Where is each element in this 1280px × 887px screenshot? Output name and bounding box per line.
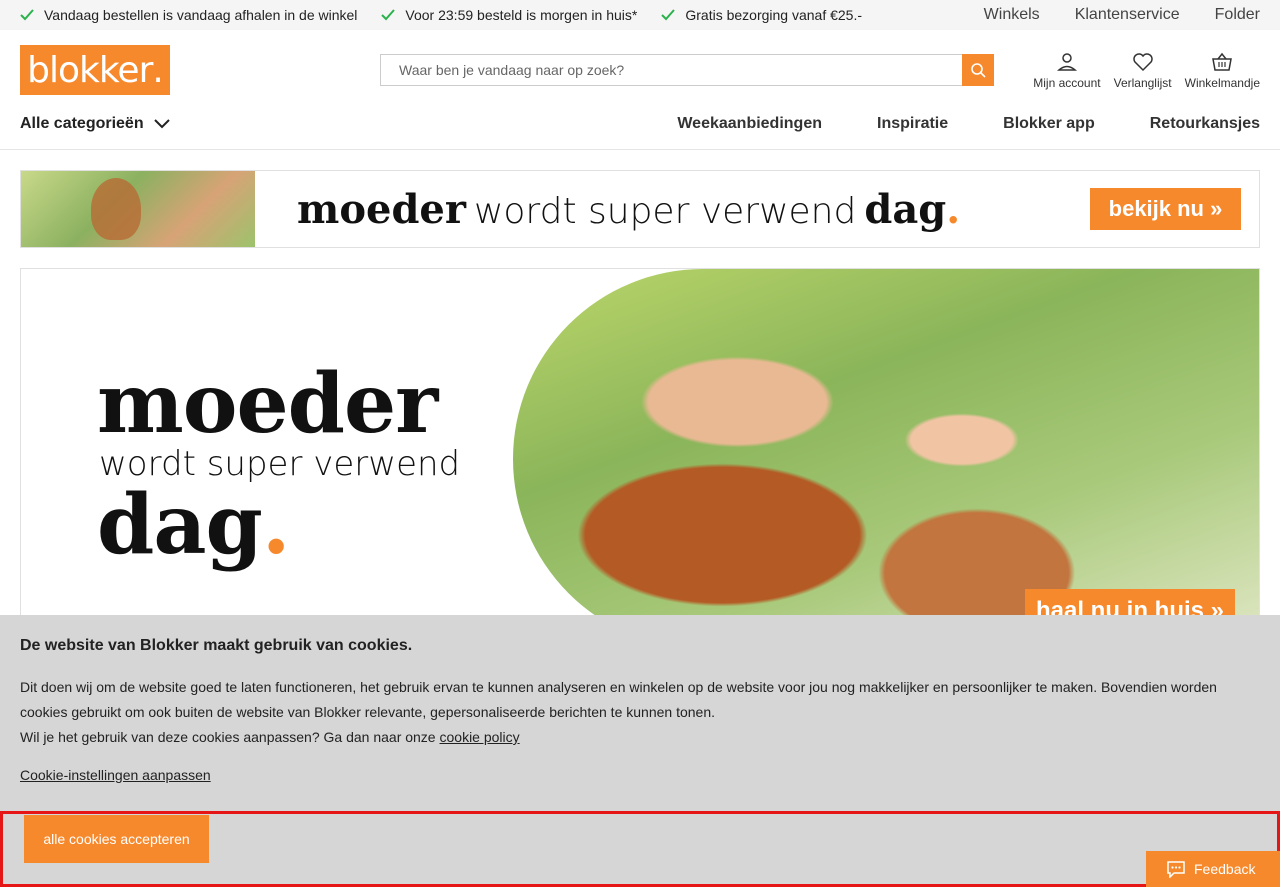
cookie-settings-link[interactable]: Cookie-instellingen aanpassen (20, 767, 211, 783)
usp-text: Voor 23:59 besteld is morgen in huis* (405, 7, 638, 23)
top-links: Winkels Klantenservice Folder (984, 6, 1260, 24)
link-folder[interactable]: Folder (1215, 6, 1260, 24)
nav-blokker-app[interactable]: Blokker app (1003, 115, 1095, 133)
check-icon (661, 9, 676, 21)
wishlist-label: Verlanglijst (1113, 76, 1172, 90)
user-icon (1056, 53, 1077, 71)
cart-button[interactable]: Winkelmandje (1185, 52, 1260, 90)
basket-icon (1212, 52, 1233, 71)
cookie-text: Dit doen wij om de website goed te laten… (20, 675, 1265, 750)
wishlist-button[interactable]: Verlanglijst (1113, 52, 1173, 90)
feedback-button[interactable]: Feedback (1146, 851, 1280, 887)
search-button[interactable] (962, 54, 994, 86)
banner-headline: moeder wordt super verwend dag. (297, 186, 960, 233)
hero-title: moeder wordt super verwend dag. (97, 356, 460, 573)
cookie-title: De website van Blokker maakt gebruik van… (20, 637, 413, 654)
promo-banner-small[interactable]: moeder wordt super verwend dag. bekijk n… (20, 170, 1260, 248)
search-icon (971, 63, 986, 78)
cart-label: Winkelmandje (1184, 76, 1260, 90)
link-winkels[interactable]: Winkels (984, 6, 1040, 24)
account-label: Mijn account (1033, 76, 1101, 90)
bekijk-nu-button[interactable]: bekijk nu » (1090, 188, 1241, 230)
nav-weekaanbiedingen[interactable]: Weekaanbiedingen (677, 115, 822, 133)
link-klantenservice[interactable]: Klantenservice (1075, 6, 1180, 24)
hero-line1: moeder (97, 356, 438, 452)
heart-icon (1132, 53, 1153, 72)
blokker-logo[interactable]: blokker. (20, 45, 170, 95)
hero-banner[interactable]: moeder wordt super verwend dag. haal nu … (20, 268, 1260, 648)
banner-word-dag: dag. (864, 185, 961, 233)
all-categories-button[interactable]: Alle categorieën (20, 115, 170, 133)
usp-item: Vandaag bestellen is vandaag afhalen in … (20, 7, 357, 23)
logo-dot: . (152, 49, 163, 91)
banner-word-moeder: moeder (297, 185, 466, 233)
banner-word-middle: wordt super verwend (473, 190, 857, 232)
hero-line3: dag. (97, 477, 290, 573)
check-icon (381, 9, 396, 21)
usp-bar: Vandaag bestellen is vandaag afhalen in … (0, 0, 1280, 30)
search-input[interactable] (380, 54, 962, 86)
search-bar (380, 54, 994, 86)
nav-links: Weekaanbiedingen Inspiratie Blokker app … (677, 115, 1260, 133)
banner-photo (21, 171, 255, 247)
usp-item: Voor 23:59 besteld is morgen in huis* (381, 7, 637, 23)
chat-icon (1167, 861, 1185, 878)
usp-text: Vandaag bestellen is vandaag afhalen in … (44, 7, 358, 23)
check-icon (20, 9, 34, 21)
usp-text: Gratis bezorging vanaf €25.- (685, 7, 863, 23)
usp-item: Gratis bezorging vanaf €25.- (661, 7, 862, 23)
cookie-policy-link[interactable]: cookie policy (440, 729, 520, 745)
chevron-down-icon (153, 119, 170, 129)
main-nav: Alle categorieën Weekaanbiedingen Inspir… (20, 112, 1260, 136)
cookie-paragraph-2: Wil je het gebruik van deze cookies aanp… (20, 729, 520, 745)
account-icons: Mijn account Verlanglijst Winkelmandje (1033, 52, 1260, 90)
account-button[interactable]: Mijn account (1033, 52, 1101, 90)
cookie-paragraph: Dit doen wij om de website goed te laten… (20, 679, 1217, 720)
feedback-label: Feedback (1194, 861, 1256, 877)
accept-all-cookies-button[interactable]: alle cookies accepteren (24, 815, 209, 863)
header: blokker. Mijn account Verlanglijst Winke… (0, 30, 1280, 150)
all-categories-label: Alle categorieën (20, 115, 144, 132)
nav-retourkansjes[interactable]: Retourkansjes (1150, 115, 1260, 133)
logo-text: blokker (27, 49, 153, 91)
nav-inspiratie[interactable]: Inspiratie (877, 115, 948, 133)
